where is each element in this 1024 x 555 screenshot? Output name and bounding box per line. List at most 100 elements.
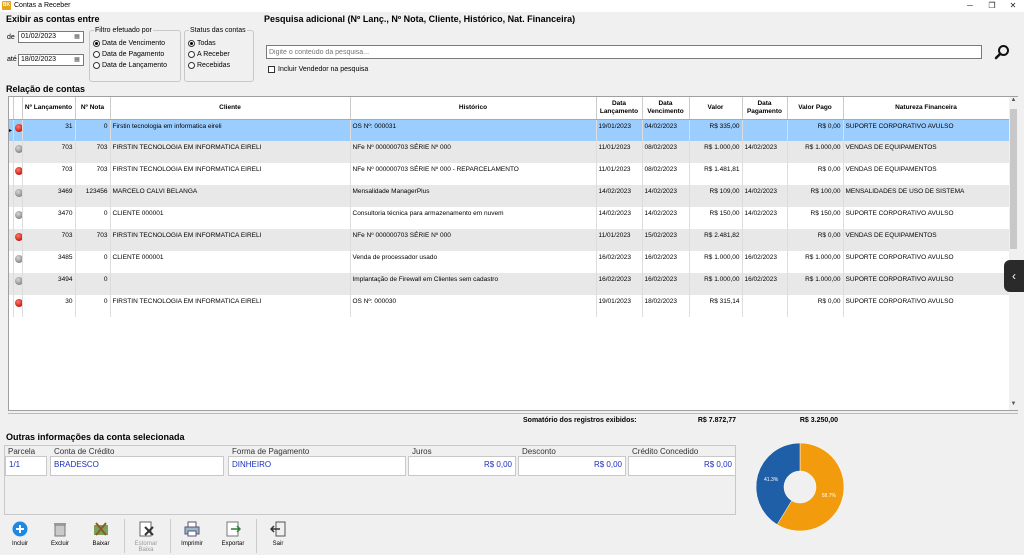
from-date-field[interactable]: 01/02/2023 ▦	[18, 31, 84, 43]
trash-icon	[52, 521, 68, 537]
cell-data-pagamento: 14/02/2023	[742, 207, 788, 229]
sair-button[interactable]: Sair	[259, 521, 297, 547]
status-cell	[13, 229, 23, 251]
table-row[interactable]: 3469 123456 MARCELO CALVI BELANGA Mensalida…	[9, 185, 1010, 207]
cell-data-lancamento: 16/02/2023	[596, 273, 643, 295]
cell-historico: NFe Nº 000000703 SÉRIE Nº 000	[350, 141, 597, 163]
calendar-icon[interactable]: ▦	[72, 56, 82, 64]
cell-data-vencimento: 16/02/2023	[642, 251, 690, 273]
radio-pagamento[interactable]: Data de Pagamento	[93, 49, 167, 60]
cell-data-vencimento: 15/02/2023	[642, 229, 690, 251]
radio-a-receber[interactable]: A Receber	[188, 49, 230, 60]
col-header-natureza[interactable]: Natureza Financeira	[843, 97, 1010, 120]
radio-label: Data de Vencimento	[102, 40, 166, 47]
to-date-value: 18/02/2023	[21, 56, 57, 63]
status-cell	[13, 295, 23, 317]
cell-natureza: SUPORTE CORPORATIVO AVULSO	[843, 273, 1010, 295]
status-dot-icon	[14, 299, 21, 307]
vertical-scrollbar[interactable]: ▲ ▼	[1009, 97, 1018, 410]
cell-valor: R$ 109,00	[689, 185, 743, 207]
cell-lancamento: 703	[22, 163, 76, 185]
side-panel-handle[interactable]: ‹	[1004, 260, 1024, 292]
cell-natureza: SUPORTE CORPORATIVO AVULSO	[843, 207, 1010, 229]
col-header-valor-pago[interactable]: Valor Pago	[787, 97, 844, 120]
cell-data-lancamento: 11/01/2023	[596, 141, 643, 163]
status-dot-icon	[14, 123, 21, 132]
search-input[interactable]	[266, 45, 982, 59]
cell-data-lancamento: 14/02/2023	[596, 185, 643, 207]
cell-data-pagamento: 14/02/2023	[742, 185, 788, 207]
table-row[interactable]: 3470 0 CLIENTE 000001 Consultoria técnica p…	[9, 207, 1010, 229]
estornar-baixa-button[interactable]: Estornar Baixa	[127, 521, 165, 553]
table-row[interactable]: 30 0 FIRSTIN TECNOLOGIA EM INFORMATICA EIR…	[9, 295, 1010, 317]
calendar-icon[interactable]: ▦	[72, 33, 82, 41]
search-icon[interactable]	[994, 44, 1010, 60]
cell-historico: OS Nº: 000030	[350, 295, 597, 317]
summary-label: Somatório dos registros exibidos:	[523, 417, 637, 424]
scroll-down-icon[interactable]: ▼	[1009, 401, 1018, 410]
details-group: Outras informações da conta selecionada …	[4, 431, 736, 515]
cell-natureza: SUPORTE CORPORATIVO AVULSO	[843, 295, 1010, 317]
cell-valor-pago: R$ 0,00	[787, 295, 844, 317]
table-row[interactable]: 703 703 FIRSTIN TECNOLOGIA EM INFORMATICA …	[9, 229, 1010, 251]
table-row[interactable]: 3494 0 Implantação de Firewall em Clientes…	[9, 273, 1010, 295]
col-header-cliente[interactable]: Cliente	[110, 97, 351, 120]
scroll-up-icon[interactable]: ▲	[1009, 97, 1018, 106]
col-header-nota[interactable]: Nº Nota	[75, 97, 111, 120]
table-row[interactable]: 3485 0 CLIENTE 000001 Venda de processador …	[9, 251, 1010, 273]
radio-label: A Receber	[197, 51, 230, 58]
from-date-value: 01/02/2023	[21, 33, 57, 40]
export-icon	[225, 521, 242, 537]
cell-valor-pago: R$ 0,00	[787, 119, 844, 141]
col-header-lancamento[interactable]: Nº Lançamento	[22, 97, 76, 120]
sair-label: Sair	[272, 541, 284, 547]
status-cell	[13, 185, 23, 207]
table-row[interactable]: 703 703 FIRSTIN TECNOLOGIA EM INFORMATICA …	[9, 163, 1010, 185]
cell-historico: OS Nº: 000031	[350, 119, 597, 141]
table-row[interactable]: ▸ 31 0 Firstin tecnologia em informatica ei…	[9, 119, 1010, 141]
table-row[interactable]: 703 703 FIRSTIN TECNOLOGIA EM INFORMATICA …	[9, 141, 1010, 163]
status-cell	[13, 251, 23, 273]
excluir-button[interactable]: Excluir	[41, 521, 79, 547]
maximize-button[interactable]: ❐	[982, 0, 1002, 12]
cell-historico: Consultoria técnica para armazenamento e…	[350, 207, 597, 229]
col-header-valor[interactable]: Valor	[689, 97, 743, 120]
cell-nota: 0	[75, 295, 111, 317]
imprimir-button[interactable]: Imprimir	[173, 521, 211, 547]
col-header-data-pagamento[interactable]: Data Pagamento	[742, 97, 788, 120]
date-filter-title: Exibir as contas entre	[6, 14, 100, 24]
cell-natureza: VENDAS DE EQUIPAMENTOS	[843, 141, 1010, 163]
col-header-historico[interactable]: Histórico	[350, 97, 597, 120]
cell-data-vencimento: 18/02/2023	[642, 295, 690, 317]
imprimir-label: Imprimir	[181, 541, 203, 547]
minimize-button[interactable]: ─	[960, 0, 980, 12]
radio-todas[interactable]: Todas	[188, 38, 230, 49]
exportar-button[interactable]: Exportar	[214, 521, 252, 547]
credito-label: Crédito Concedido	[632, 447, 699, 456]
col-header-data-vencimento[interactable]: Data Vencimento	[642, 97, 690, 120]
incluir-button[interactable]: Incluir	[1, 521, 39, 547]
include-seller-label: Incluir Vendedor na pesquisa	[278, 66, 369, 73]
radio-vencimento[interactable]: Data de Vencimento	[93, 38, 167, 49]
cell-historico: Venda de processador usado	[350, 251, 597, 273]
cell-nota: 703	[75, 229, 111, 251]
cell-cliente: FIRSTIN TECNOLOGIA EM INFORMATICA EIRELI	[110, 229, 351, 251]
scroll-thumb[interactable]	[1010, 109, 1017, 249]
radio-lancamento[interactable]: Data de Lançamento	[93, 60, 167, 71]
cell-data-pagamento	[742, 119, 788, 141]
cell-natureza: MENSALIDADES DE USO DE SISTEMA	[843, 185, 1010, 207]
close-button[interactable]: ✕	[1003, 0, 1023, 12]
cell-nota: 703	[75, 163, 111, 185]
cell-data-lancamento: 19/01/2023	[596, 295, 643, 317]
cell-data-vencimento: 14/02/2023	[642, 185, 690, 207]
cell-data-lancamento: 19/01/2023	[596, 119, 643, 141]
cell-cliente: FIRSTIN TECNOLOGIA EM INFORMATICA EIRELI	[110, 141, 351, 163]
include-seller-checkbox[interactable]: Incluir Vendedor na pesquisa	[268, 66, 368, 73]
to-date-field[interactable]: 18/02/2023 ▦	[18, 54, 84, 66]
desconto-field: R$ 0,00	[518, 456, 626, 476]
cell-valor-pago: R$ 1.000,00	[787, 251, 844, 273]
baixar-button[interactable]: Baixar	[82, 521, 120, 547]
col-header-data-lancamento[interactable]: Data Lançamento	[596, 97, 643, 120]
cell-data-vencimento: 16/02/2023	[642, 273, 690, 295]
radio-recebidas[interactable]: Recebidas	[188, 60, 230, 71]
